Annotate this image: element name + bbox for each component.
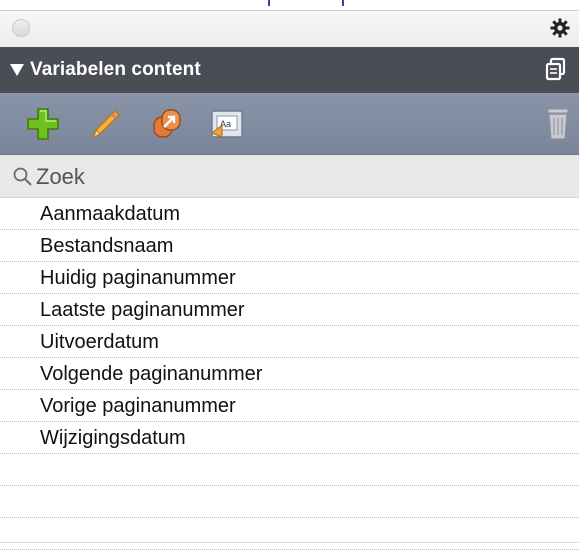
divider xyxy=(0,542,579,543)
convert-icon[interactable] xyxy=(148,105,186,143)
panel-title: Variabelen content xyxy=(30,59,201,80)
copy-icon[interactable] xyxy=(545,57,567,81)
search-icon xyxy=(13,167,32,186)
list-item[interactable]: Wijzigingsdatum xyxy=(0,422,579,454)
variables-list: Aanmaakdatum Bestandsnaam Huidig paginan… xyxy=(0,198,579,550)
toolbar: Aa xyxy=(0,93,579,155)
list-item[interactable]: Uitvoerdatum xyxy=(0,326,579,358)
empty-row xyxy=(0,518,579,550)
top-strip xyxy=(0,0,579,10)
search-input[interactable] xyxy=(34,161,558,193)
ruler-mark xyxy=(342,0,344,6)
list-item[interactable]: Laatste paginanummer xyxy=(0,294,579,326)
window-row xyxy=(0,11,579,47)
panel-header[interactable]: Variabelen content xyxy=(0,47,579,93)
trash-icon[interactable] xyxy=(539,105,577,143)
list-item[interactable]: Huidig paginanummer xyxy=(0,262,579,294)
text-field-icon[interactable]: Aa xyxy=(208,105,246,143)
empty-row xyxy=(0,486,579,518)
empty-row xyxy=(0,454,579,486)
disclosure-triangle-icon[interactable] xyxy=(10,64,24,76)
window-close-button[interactable] xyxy=(12,19,30,37)
list-item[interactable]: Volgende paginanummer xyxy=(0,358,579,390)
list-item[interactable]: Aanmaakdatum xyxy=(0,198,579,230)
variables-panel: Variabelen content Aa Zoek Aanmaakdatum … xyxy=(0,0,579,550)
gear-icon[interactable] xyxy=(549,17,571,39)
pencil-icon[interactable] xyxy=(86,105,124,143)
plus-icon[interactable] xyxy=(24,105,62,143)
search-bar xyxy=(0,155,579,198)
list-item[interactable]: Vorige paginanummer xyxy=(0,390,579,422)
ruler-mark xyxy=(268,0,270,6)
list-item[interactable]: Bestandsnaam xyxy=(0,230,579,262)
